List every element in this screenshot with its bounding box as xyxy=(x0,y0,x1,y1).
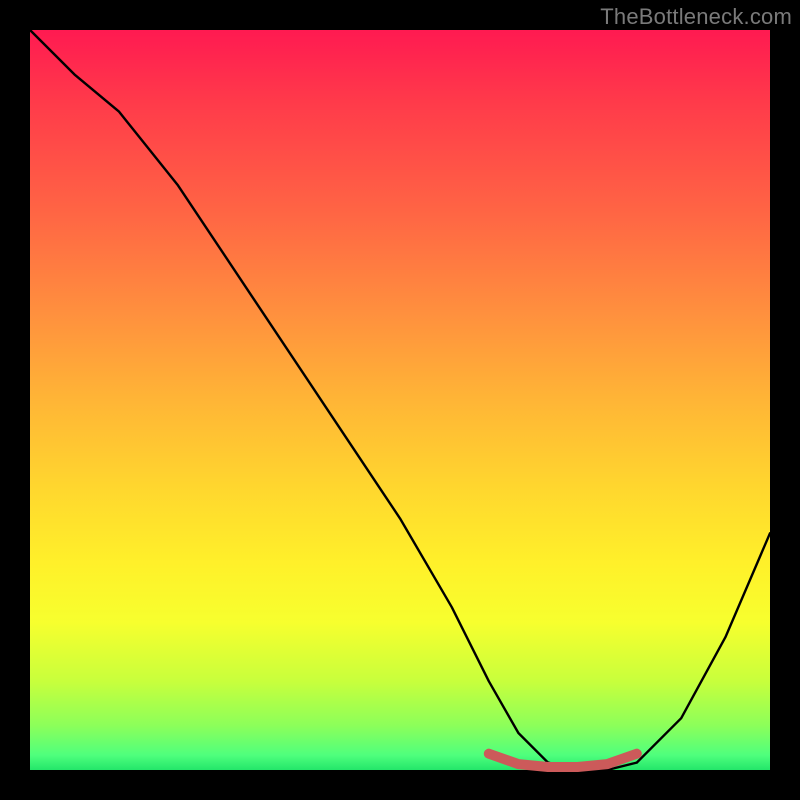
optimal-range-marker xyxy=(489,754,637,767)
bottleneck-curve xyxy=(30,30,770,770)
watermark-text: TheBottleneck.com xyxy=(600,4,792,30)
plot-area xyxy=(30,30,770,770)
chart-frame: TheBottleneck.com xyxy=(0,0,800,800)
curve-svg xyxy=(30,30,770,770)
